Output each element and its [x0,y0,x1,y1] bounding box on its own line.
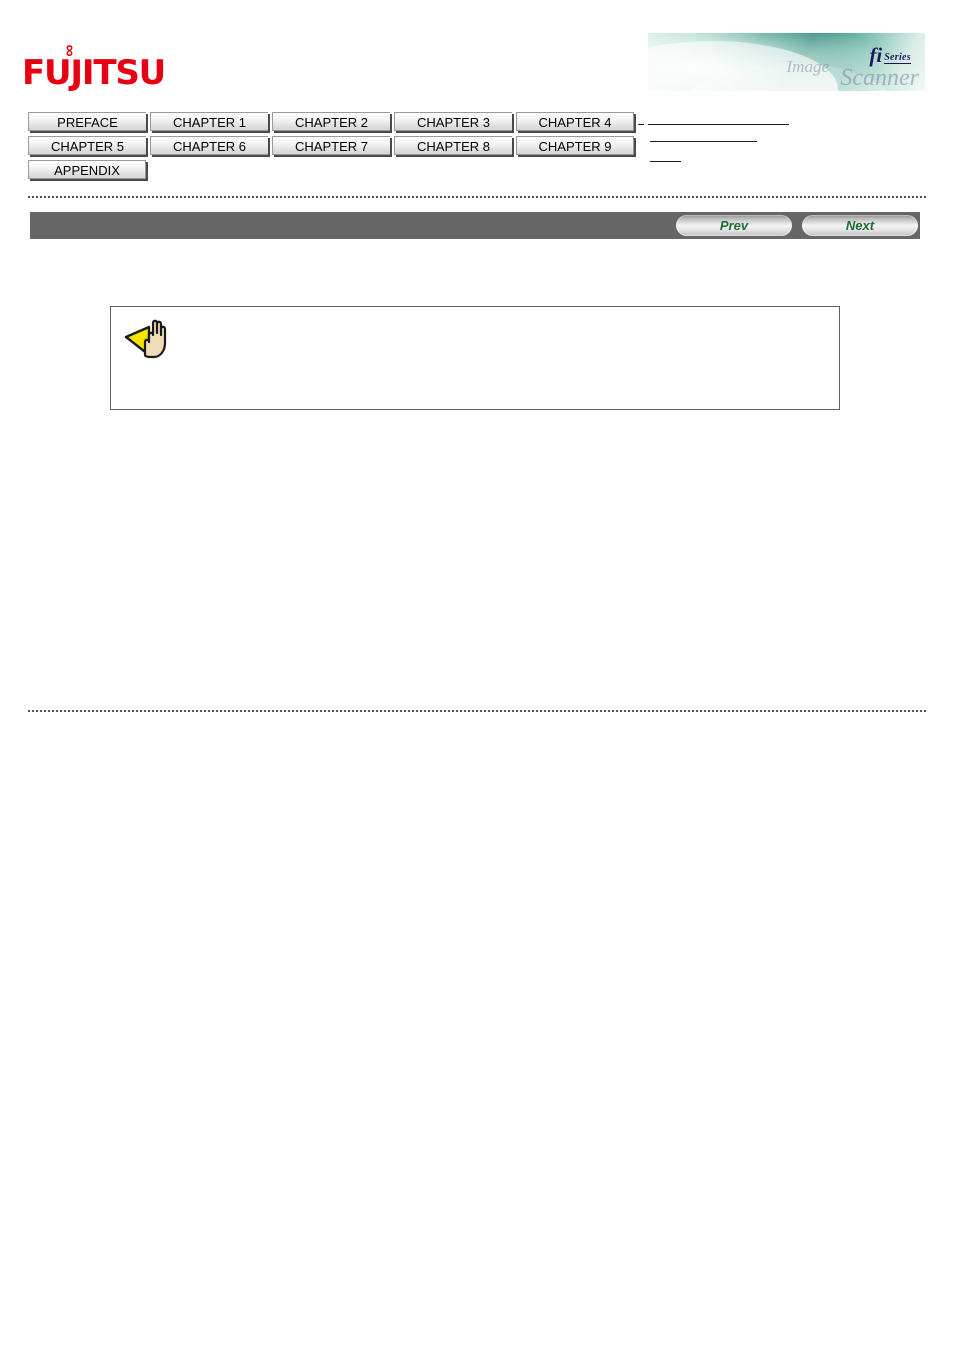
tab-row-2: CHAPTER 5 CHAPTER 6 CHAPTER 7 CHAPTER 8 … [28,136,928,158]
tab-chapter-2[interactable]: CHAPTER 2 [272,112,390,131]
tab-row-1: PREFACE CHAPTER 1 CHAPTER 2 CHAPTER 3 CH… [28,112,928,134]
fujitsu-logo: ∞ FUJITSU [22,44,166,94]
chapter-tab-navigation: PREFACE CHAPTER 1 CHAPTER 2 CHAPTER 3 CH… [28,112,928,184]
banner-scanner-word: Scanner [840,65,919,91]
next-button[interactable]: Next [802,215,918,236]
tab-row-3: APPENDIX [28,160,928,182]
tab-chapter-5[interactable]: CHAPTER 5 [28,136,146,155]
tab-chapter-3[interactable]: CHAPTER 3 [394,112,512,131]
tab-chapter-9[interactable]: CHAPTER 9 [516,136,634,155]
fujitsu-logo-text: FUJITSU [22,53,166,93]
rule-line-3 [650,161,681,162]
prev-button[interactable]: Prev [676,215,792,236]
dotted-divider-bottom [28,710,926,712]
tab-preface[interactable]: PREFACE [28,112,146,131]
rule-connector-dash [638,124,644,125]
dotted-divider-top [28,196,926,198]
hand-attention-icon [123,315,181,363]
banner-fi-letters: fi [869,43,883,67]
tab-chapter-8[interactable]: CHAPTER 8 [394,136,512,155]
tab-chapter-4[interactable]: CHAPTER 4 [516,112,634,131]
rule-line-1 [648,124,789,125]
tab-chapter-1[interactable]: CHAPTER 1 [150,112,268,131]
tab-chapter-6[interactable]: CHAPTER 6 [150,136,268,155]
banner-image-word: Image [786,57,829,76]
banner-series-text: Series [884,52,911,64]
fi-series-banner: Image Scanner fi Series [648,33,925,91]
page-header: ∞ FUJITSU Image Scanner fi Series [0,0,954,105]
rule-line-2 [650,141,757,142]
hint-note-box [110,306,840,410]
page-navigation-bar: Prev Next [30,212,920,239]
banner-fi-text: fi Series [869,45,911,66]
tab-chapter-7[interactable]: CHAPTER 7 [272,136,390,155]
tab-appendix[interactable]: APPENDIX [28,160,146,179]
